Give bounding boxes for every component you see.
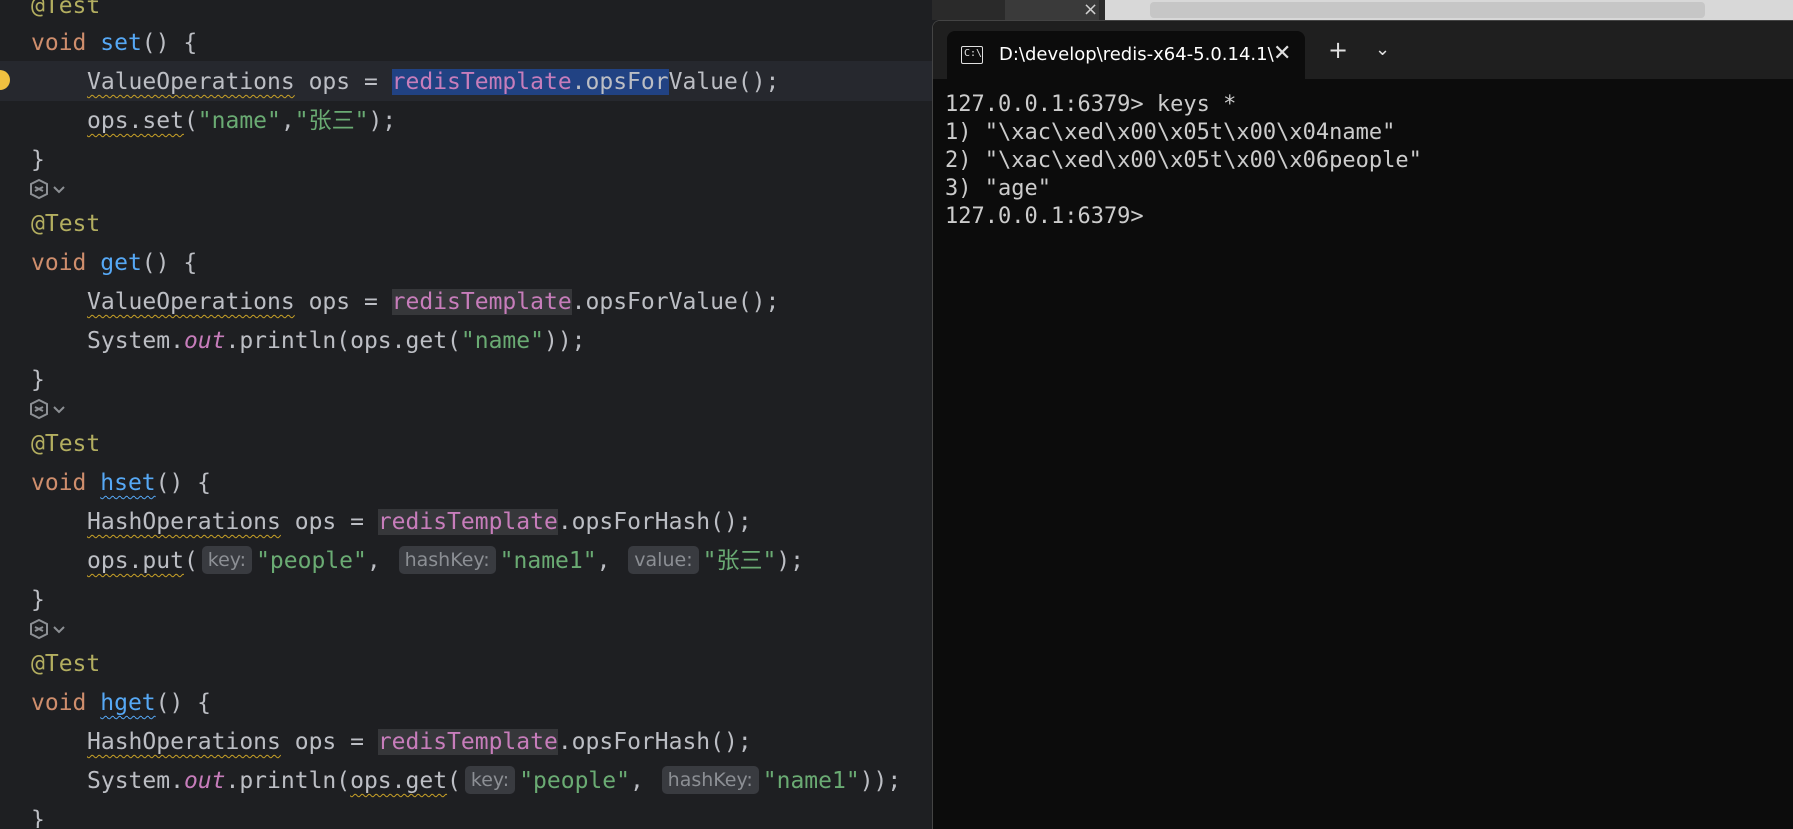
terminal-line: 127.0.0.1:6379> keys * <box>945 92 1237 117</box>
code-editor[interactable]: @Test void set() { ValueOperations ops =… <box>0 0 932 828</box>
closing-brace: } <box>31 807 45 828</box>
code-line-hash-ops: HashOperations ops = redisTemplate.opsFo… <box>87 509 752 535</box>
annotation-test: @Test <box>31 431 101 457</box>
closing-brace: } <box>31 587 45 613</box>
chevron-down-icon[interactable]: ⌄ <box>1375 39 1390 61</box>
run-test-gutter-icon[interactable] <box>28 618 74 642</box>
terminal-prompt[interactable]: 127.0.0.1:6379> <box>945 203 1422 231</box>
terminal-tab[interactable]: C:\ D:\develop\redis-x64-5.0.14.1\ ✕ <box>947 31 1305 79</box>
param-hint-hashkey: hashKey: <box>661 765 759 794</box>
code-line-value-ops: ValueOperations ops = redisTemplate.opsF… <box>87 289 780 315</box>
code-line-hash-ops: HashOperations ops = redisTemplate.opsFo… <box>87 729 752 755</box>
terminal-tab-bar: C:\ D:\develop\redis-x64-5.0.14.1\ ✕ + ⌄ <box>933 21 1793 79</box>
terminal-line: 2) "\xac\xed\x00\x05t\x00\x06people" <box>945 148 1422 173</box>
code-line-println-hget: System.out.println(ops.get(key: "people",… <box>87 762 901 800</box>
method-signature-get: void get() { <box>31 250 198 276</box>
terminal-line: 3) "age" <box>945 176 1051 201</box>
method-signature-hget: void hget() { <box>31 690 212 716</box>
param-hint-value: value: <box>628 545 699 574</box>
method-name-hset[interactable]: hset <box>100 470 155 496</box>
terminal-output[interactable]: 127.0.0.1:6379> keys * 1) "\xac\xed\x00\… <box>945 91 1422 231</box>
param-hint-key: key: <box>201 545 253 574</box>
closing-brace: } <box>31 367 45 393</box>
terminal-tab-title: D:\develop\redis-x64-5.0.14.1\ <box>999 44 1274 65</box>
terminal-window[interactable]: C:\ D:\develop\redis-x64-5.0.14.1\ ✕ + ⌄… <box>932 20 1793 829</box>
close-tab-icon[interactable]: ✕ <box>1273 41 1291 67</box>
terminal-icon: C:\ <box>961 46 983 64</box>
code-line-value-ops: ValueOperations ops = redisTemplate.opsF… <box>87 69 780 95</box>
terminal-line: 1) "\xac\xed\x00\x05t\x00\x04name" <box>945 120 1396 145</box>
annotation-test: @Test <box>31 0 101 19</box>
method-name-get[interactable]: get <box>100 250 142 276</box>
code-line-ops-set: ops.set("name","张三"); <box>87 108 397 134</box>
method-signature-set: void set() { <box>31 30 198 56</box>
new-tab-button[interactable]: + <box>1328 37 1348 63</box>
method-signature-hset: void hset() { <box>31 470 212 496</box>
method-name-hget[interactable]: hget <box>100 690 155 716</box>
param-hint-key: key: <box>464 765 516 794</box>
background-window-address <box>1150 2 1705 18</box>
close-icon[interactable]: × <box>1083 0 1098 20</box>
run-test-gutter-icon[interactable] <box>28 398 74 422</box>
code-line-ops-put: ops.put(key: "people", hashKey: "name1", v… <box>87 542 804 580</box>
annotation-test: @Test <box>31 211 101 237</box>
run-test-gutter-icon[interactable] <box>28 178 74 202</box>
method-name-set[interactable]: set <box>100 30 142 56</box>
annotation-test: @Test <box>31 651 101 677</box>
param-hint-hashkey: hashKey: <box>398 545 496 574</box>
closing-brace: } <box>31 147 45 173</box>
code-line-println-get: System.out.println(ops.get("name")); <box>87 328 586 354</box>
